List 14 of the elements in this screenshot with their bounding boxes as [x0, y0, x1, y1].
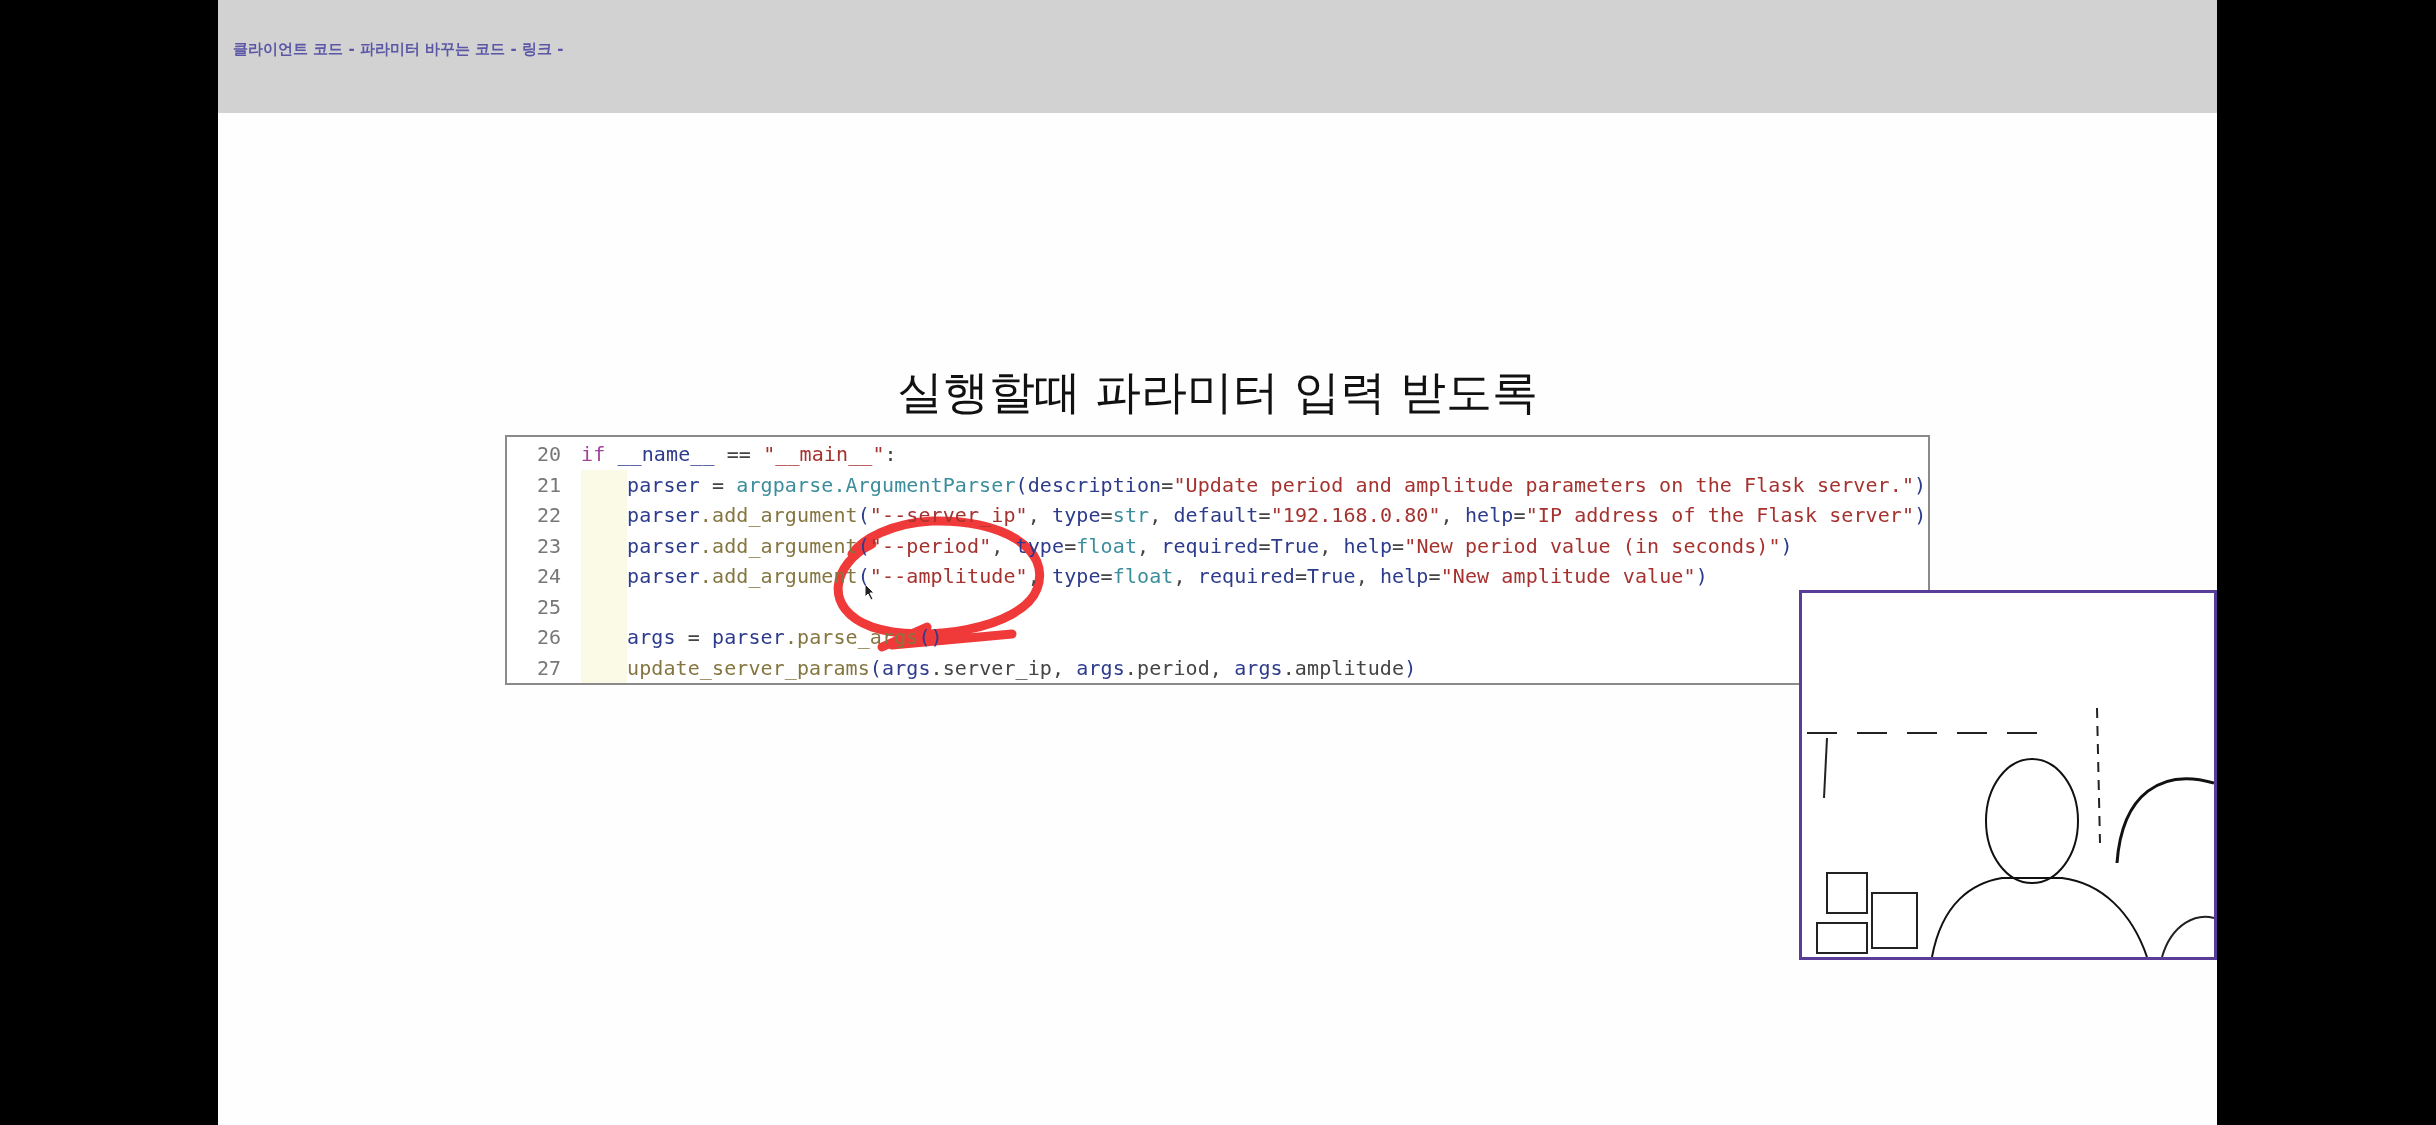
code-line: parser.add_argument("--server_ip", type=str, default="192.168.0.80", help="IP address of the Flask server"): [627, 503, 1927, 528]
line-number: 20: [535, 442, 561, 467]
code-line: update_server_params(args.server_ip, args.period, args.amplitude): [627, 655, 1417, 680]
code-line: parser = argparse.ArgumentParser(description="Update period and amplitude parameters on the Flask server."): [627, 472, 1927, 497]
line-number: 22: [535, 503, 561, 528]
line-number: 25: [535, 594, 561, 619]
line-number: 23: [535, 533, 561, 558]
line-number: 26: [535, 625, 561, 650]
slide-title: 실행할때 파라미터 입력 받도록: [896, 364, 1539, 421]
line-number: 21: [535, 472, 561, 497]
line-number: 24: [535, 564, 561, 589]
line-number: 27: [535, 655, 561, 680]
header-title: 클라이언트 코드 - 파라미터 바꾸는 코드 - 링크 -: [233, 40, 564, 59]
code-line: if __name__ == "__main__":: [581, 442, 897, 467]
